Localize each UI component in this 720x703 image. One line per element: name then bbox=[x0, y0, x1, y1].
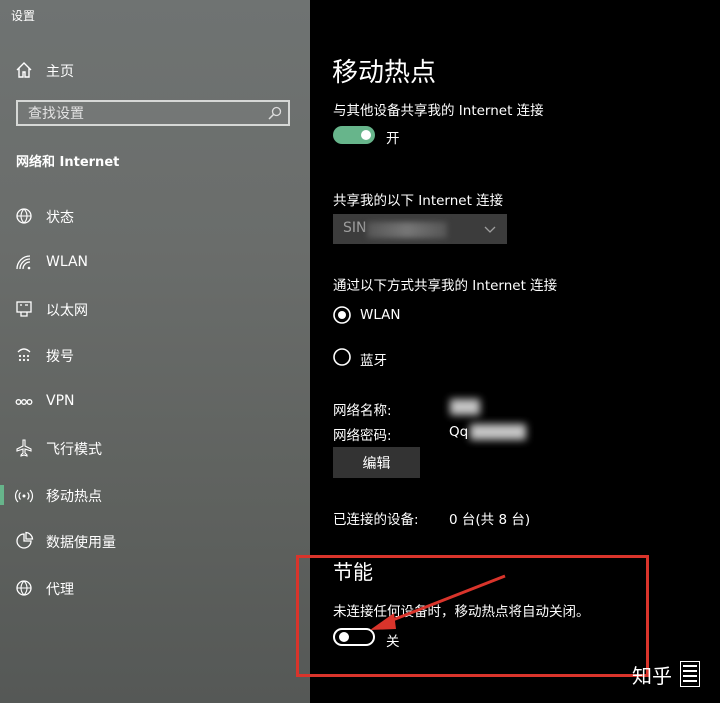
network-password-value: Qq bbox=[449, 424, 469, 440]
sidebar-item-dialup[interactable]: 拨号 bbox=[0, 335, 310, 375]
toggle-knob bbox=[361, 130, 371, 140]
sidebar-item-label: VPN bbox=[46, 393, 75, 409]
data-usage-icon bbox=[16, 531, 34, 549]
main-pane: 移动热点 与其他设备共享我的 Internet 连接 开 共享我的以下 Inte… bbox=[296, 0, 720, 703]
sidebar-item-vpn[interactable]: VPN bbox=[0, 382, 310, 422]
section-title: 网络和 Internet bbox=[16, 155, 120, 170]
app-title: 设置 bbox=[11, 9, 36, 23]
annotation-highlight-box bbox=[296, 555, 649, 677]
wifi-icon bbox=[16, 255, 31, 270]
globe-status-icon bbox=[16, 208, 32, 224]
airplane-icon bbox=[16, 439, 32, 457]
edit-button[interactable]: 编辑 bbox=[333, 447, 420, 478]
search-icon[interactable] bbox=[267, 105, 283, 121]
nav-home[interactable]: 主页 bbox=[0, 50, 310, 90]
dropdown-value: SIN bbox=[343, 220, 367, 236]
redacted-blur bbox=[367, 222, 447, 238]
selected-indicator bbox=[0, 485, 4, 505]
sidebar-item-label: 代理 bbox=[46, 582, 74, 598]
share-label: 与其他设备共享我的 Internet 连接 bbox=[333, 103, 544, 119]
sidebar-item-label: 以太网 bbox=[46, 303, 88, 319]
search-input[interactable] bbox=[26, 104, 260, 124]
ethernet-icon bbox=[16, 301, 32, 317]
radio-bluetooth[interactable] bbox=[333, 348, 351, 366]
radio-wlan[interactable] bbox=[333, 306, 351, 324]
sidebar-item-label: 数据使用量 bbox=[46, 535, 116, 551]
sidebar-item-label: 移动热点 bbox=[46, 489, 102, 505]
dialup-icon bbox=[17, 348, 31, 362]
share-from-label: 共享我的以下 Internet 连接 bbox=[333, 193, 504, 209]
redacted-network-name bbox=[450, 399, 480, 415]
sidebar-item-label: 飞行模式 bbox=[46, 442, 102, 458]
radio-wlan-label: WLAN bbox=[360, 307, 401, 323]
sidebar-item-ethernet[interactable]: 以太网 bbox=[0, 289, 310, 329]
sidebar-item-status[interactable]: 状态 bbox=[0, 196, 310, 236]
hotspot-icon bbox=[14, 489, 34, 503]
sidebar-item-proxy[interactable]: 代理 bbox=[0, 568, 310, 608]
share-over-label: 通过以下方式共享我的 Internet 连接 bbox=[333, 278, 558, 294]
sidebar-item-wlan[interactable]: WLAN bbox=[0, 243, 310, 283]
connected-value: 0 台(共 8 台) bbox=[449, 512, 531, 528]
network-name-label: 网络名称: bbox=[333, 403, 392, 419]
redacted-password bbox=[470, 424, 526, 440]
sidebar-item-hotspot[interactable]: 移动热点 bbox=[0, 475, 310, 515]
sidebar: 设置 主页 网络和 Internet 状态 WLAN 以太网 拨号 VPN 飞行… bbox=[0, 0, 310, 703]
sidebar-item-label: 状态 bbox=[46, 210, 74, 226]
sidebar-item-label: 拨号 bbox=[46, 349, 74, 365]
search-box[interactable] bbox=[16, 100, 290, 126]
sidebar-item-label: WLAN bbox=[46, 254, 89, 270]
connected-label: 已连接的设备: bbox=[333, 512, 419, 528]
share-state: 开 bbox=[386, 131, 400, 147]
nav-home-label: 主页 bbox=[46, 64, 74, 80]
share-from-dropdown[interactable]: SIN bbox=[333, 214, 507, 244]
share-toggle[interactable] bbox=[333, 126, 375, 144]
sidebar-item-airplane[interactable]: 飞行模式 bbox=[0, 428, 310, 468]
watermark: 知乎 bbox=[632, 664, 672, 688]
watermark-logo-icon bbox=[680, 661, 700, 687]
home-icon bbox=[16, 62, 32, 78]
globe-icon bbox=[16, 580, 32, 596]
radio-bluetooth-label: 蓝牙 bbox=[360, 353, 387, 369]
vpn-icon bbox=[15, 399, 33, 405]
network-password-label: 网络密码: bbox=[333, 428, 392, 444]
page-title: 移动热点 bbox=[332, 58, 437, 88]
sidebar-item-data-usage[interactable]: 数据使用量 bbox=[0, 521, 310, 561]
chevron-down-icon bbox=[484, 226, 496, 233]
